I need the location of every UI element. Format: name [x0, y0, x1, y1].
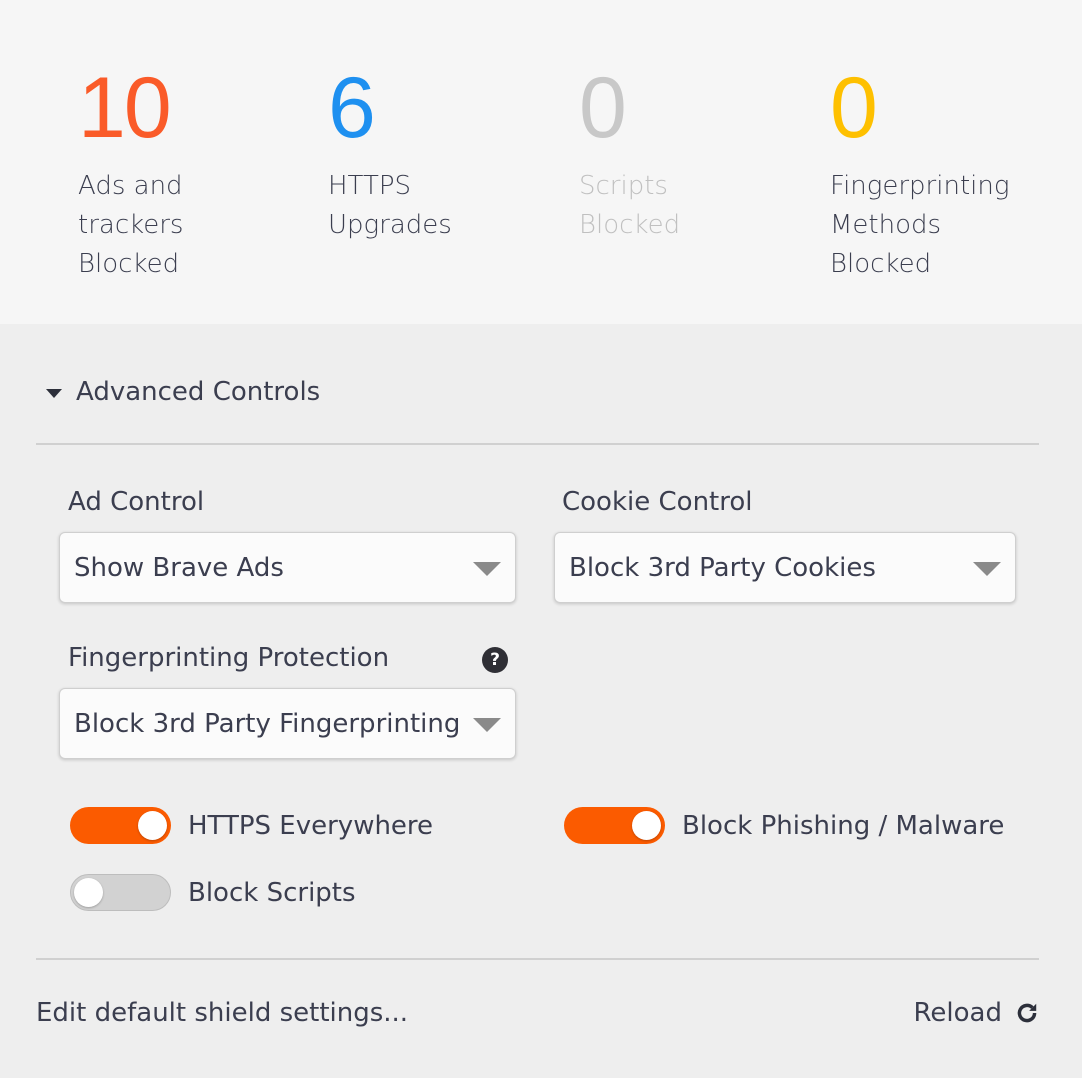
cookie-control-label: Cookie Control: [562, 487, 753, 517]
stat-scripts-blocked: 0 Scripts Blocked: [579, 60, 819, 245]
stat-https-count: 6: [328, 60, 376, 156]
fingerprinting-protection-select[interactable]: Block 3rd Party Fingerprinting: [59, 688, 516, 759]
https-everywhere-toggle-row[interactable]: HTTPS Everywhere: [70, 807, 433, 844]
switch-knob: [74, 878, 103, 907]
dropdown-arrow-icon: [473, 562, 501, 576]
cookie-control-select[interactable]: Block 3rd Party Cookies: [554, 532, 1016, 603]
stat-fingerprinting: 0 Fingerprinting Methods Blocked: [830, 60, 1070, 284]
block-scripts-label: Block Scripts: [188, 877, 356, 908]
stat-ads-label: Ads and trackers Blocked: [78, 171, 184, 279]
stat-https-upgrades: 6 HTTPS Upgrades: [328, 60, 568, 245]
block-scripts-switch[interactable]: [70, 874, 171, 911]
ad-control-select[interactable]: Show Brave Ads: [59, 532, 516, 603]
advanced-controls-toggle[interactable]: Advanced Controls: [46, 370, 320, 414]
stat-scripts-label: Scripts Blocked: [579, 171, 681, 240]
https-everywhere-switch[interactable]: [70, 807, 171, 844]
ad-control-value: Show Brave Ads: [74, 552, 284, 583]
block-phishing-switch[interactable]: [564, 807, 665, 844]
reload-button[interactable]: Reload: [914, 998, 1040, 1028]
block-phishing-toggle-row[interactable]: Block Phishing / Malware: [564, 807, 1004, 844]
fingerprinting-protection-value: Block 3rd Party Fingerprinting: [74, 708, 461, 739]
cookie-control-value: Block 3rd Party Cookies: [569, 552, 876, 583]
divider: [36, 958, 1039, 960]
stat-ads-trackers: 10 Ads and trackers Blocked: [78, 60, 318, 284]
divider: [36, 443, 1039, 445]
dropdown-arrow-icon: [973, 562, 1001, 576]
stat-https-label: HTTPS Upgrades: [328, 171, 452, 240]
edit-default-settings-link[interactable]: Edit default shield settings...: [36, 998, 408, 1028]
https-everywhere-label: HTTPS Everywhere: [188, 810, 434, 841]
block-scripts-toggle-row[interactable]: Block Scripts: [70, 874, 356, 911]
fingerprinting-protection-label: Fingerprinting Protection: [68, 643, 390, 673]
stat-fingerprinting-count: 0: [830, 60, 878, 156]
reload-label: Reload: [913, 998, 1002, 1028]
switch-knob: [138, 811, 167, 840]
reload-icon: [1017, 1003, 1037, 1023]
question-circle-icon[interactable]: ?: [482, 647, 508, 673]
dropdown-arrow-icon: [473, 718, 501, 732]
advanced-controls-title: Advanced Controls: [76, 377, 321, 407]
stat-ads-count: 10: [78, 60, 172, 156]
block-phishing-label: Block Phishing / Malware: [682, 810, 1005, 841]
ad-control-label: Ad Control: [68, 487, 205, 517]
caret-down-icon: [46, 388, 62, 398]
switch-knob: [632, 811, 661, 840]
stat-fingerprinting-label: Fingerprinting Methods Blocked: [830, 171, 1010, 279]
stat-scripts-count: 0: [579, 60, 627, 156]
stats-panel: 10 Ads and trackers Blocked 6 HTTPS Upgr…: [0, 0, 1082, 324]
